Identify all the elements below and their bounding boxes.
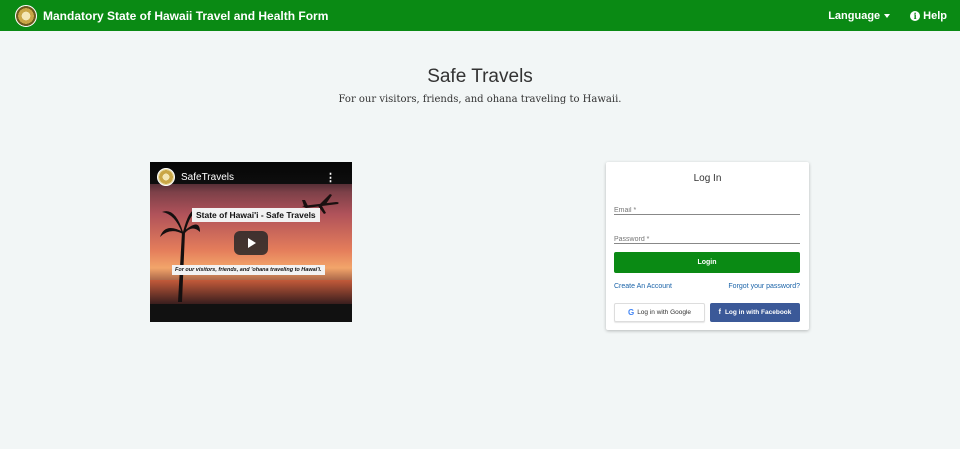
video-caption-title: State of Hawai'i - Safe Travels bbox=[192, 208, 320, 222]
help-link[interactable]: i Help bbox=[910, 10, 947, 22]
login-button[interactable]: Login bbox=[614, 252, 800, 273]
email-field[interactable] bbox=[614, 199, 800, 218]
login-title: Log In bbox=[693, 173, 722, 184]
google-login-label: Log in with Google bbox=[637, 309, 692, 316]
forgot-password-link[interactable]: Forgot your password? bbox=[728, 283, 800, 290]
facebook-login-label: Log in with Facebook bbox=[724, 309, 792, 316]
page-title: Safe Travels bbox=[427, 66, 533, 87]
facebook-icon: f bbox=[718, 309, 721, 316]
hawaii-seal-logo[interactable] bbox=[15, 4, 37, 27]
email-input[interactable] bbox=[614, 203, 800, 218]
password-field[interactable] bbox=[614, 228, 800, 247]
channel-name[interactable]: SafeTravels bbox=[181, 172, 234, 183]
create-account-link[interactable]: Create An Account bbox=[614, 283, 672, 290]
language-label: Language bbox=[828, 9, 881, 22]
page-subtitle: For our visitors, friends, and ohana tra… bbox=[338, 94, 622, 105]
nav-right: Language i Help bbox=[828, 0, 947, 31]
play-icon bbox=[248, 238, 256, 248]
video-header: SafeTravels bbox=[150, 162, 352, 192]
channel-avatar[interactable] bbox=[157, 168, 175, 186]
video-caption-subtitle: For our visitors, friends, and 'ohana tr… bbox=[172, 265, 325, 275]
video-player[interactable]: SafeTravels ⋮ State of Hawai'i - Safe Tr… bbox=[150, 162, 352, 322]
top-navbar: Mandatory State of Hawaii Travel and Hea… bbox=[0, 0, 960, 31]
more-options-icon[interactable]: ⋮ bbox=[325, 171, 336, 184]
info-icon: i bbox=[910, 10, 921, 21]
help-label: Help bbox=[923, 9, 947, 22]
google-icon: G bbox=[627, 308, 635, 317]
caret-down-icon bbox=[884, 13, 891, 18]
play-button[interactable] bbox=[234, 231, 268, 255]
language-dropdown[interactable]: Language bbox=[828, 9, 891, 22]
login-card: Log In Login Create An Account Forgot yo… bbox=[606, 162, 809, 330]
google-login-button[interactable]: G Log in with Google bbox=[614, 303, 705, 322]
password-input[interactable] bbox=[614, 232, 800, 247]
facebook-login-button[interactable]: f Log in with Facebook bbox=[710, 303, 800, 322]
app-title[interactable]: Mandatory State of Hawaii Travel and Hea… bbox=[43, 9, 328, 23]
